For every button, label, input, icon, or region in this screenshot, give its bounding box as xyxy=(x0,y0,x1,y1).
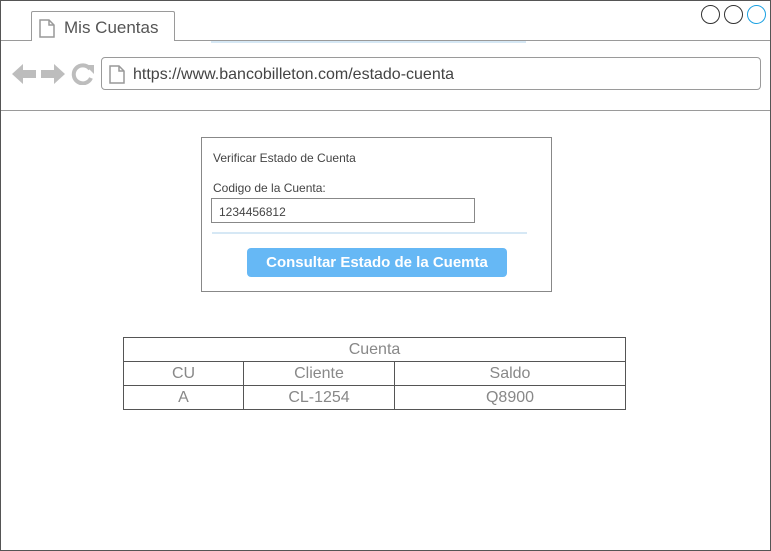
close-button[interactable] xyxy=(747,5,766,24)
url-text: https://www.bancobilleton.com/estado-cue… xyxy=(133,66,455,83)
minimize-button[interactable] xyxy=(701,5,720,24)
page-icon xyxy=(109,65,125,89)
toolbar-divider xyxy=(1,110,770,111)
cell-saldo: Q8900 xyxy=(394,385,626,410)
form-divider xyxy=(212,232,527,234)
consult-button[interactable]: Consultar Estado de la Cuemta xyxy=(247,248,507,277)
column-header-cu: CU xyxy=(123,361,244,386)
browser-window: Mis Cuentas https://www.bancobilleton.co… xyxy=(0,0,771,551)
form-title: Verificar Estado de Cuenta xyxy=(213,151,356,165)
maximize-button[interactable] xyxy=(724,5,743,24)
refresh-icon[interactable] xyxy=(71,63,95,90)
account-code-input[interactable]: 1234456812 xyxy=(211,198,475,223)
forward-arrow-icon[interactable] xyxy=(40,63,66,90)
browser-tab[interactable]: Mis Cuentas xyxy=(31,11,175,41)
tab-title: Mis Cuentas xyxy=(64,18,159,37)
table-header-row: CU Cliente Saldo xyxy=(123,361,626,386)
window-controls xyxy=(701,5,766,24)
account-code-label: Codigo de la Cuenta: xyxy=(213,181,326,195)
divider xyxy=(211,41,526,43)
address-bar[interactable]: https://www.bancobilleton.com/estado-cue… xyxy=(101,57,761,90)
column-header-saldo: Saldo xyxy=(394,361,626,386)
account-status-form: Verificar Estado de Cuenta Codigo de la … xyxy=(201,137,552,292)
table-caption: Cuenta xyxy=(123,337,626,362)
cell-cliente: CL-1254 xyxy=(243,385,395,410)
column-header-cliente: Cliente xyxy=(243,361,395,386)
account-table: Cuenta CU Cliente Saldo A CL-1254 Q8900 xyxy=(123,337,626,410)
cell-cu: A xyxy=(123,385,244,410)
back-arrow-icon[interactable] xyxy=(11,63,37,90)
table-row: A CL-1254 Q8900 xyxy=(123,385,626,410)
